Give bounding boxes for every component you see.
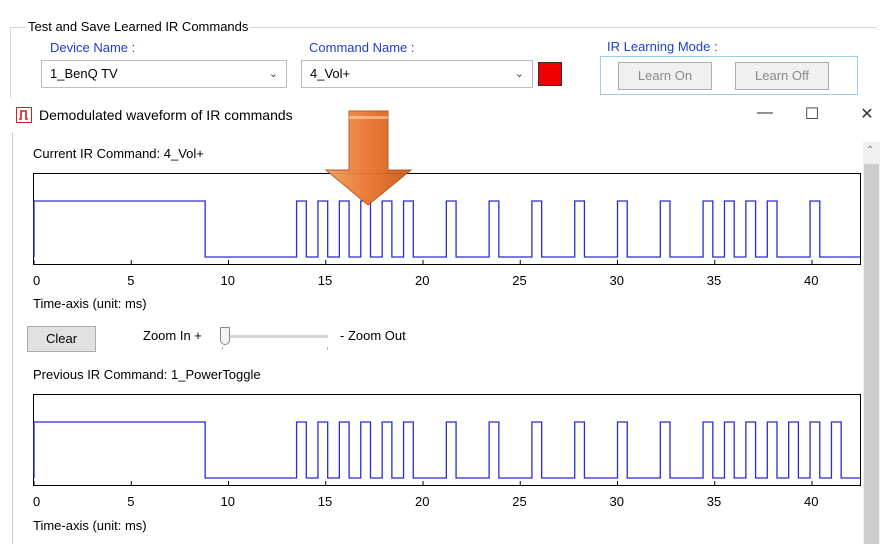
- x-tick-label: 0: [33, 494, 41, 509]
- previous-axis-caption: Time-axis (unit: ms): [33, 518, 147, 533]
- previous-waveform: [33, 421, 861, 485]
- x-tick-label: 30: [609, 494, 624, 509]
- x-tick-label: 10: [220, 494, 235, 509]
- x-tick-label: 25: [512, 494, 527, 509]
- x-tick-label: 15: [317, 494, 333, 509]
- x-tick-label: 20: [415, 494, 430, 509]
- waveform-trace: [33, 421, 861, 479]
- x-tick-label: 40: [804, 494, 819, 509]
- x-tick-label: 35: [706, 494, 722, 509]
- x-tick-label: 5: [127, 494, 135, 509]
